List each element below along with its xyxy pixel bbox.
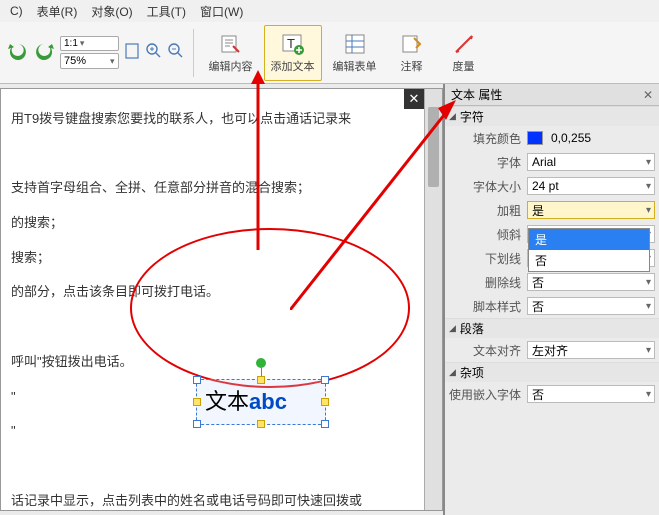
properties-panel: 文本 属性 ✕ ◢字符 填充颜色0,0,255 字体Arial 字体大小24 p… — [443, 84, 659, 515]
resize-handle[interactable] — [193, 420, 201, 428]
zoom-out-icon[interactable] — [167, 42, 185, 63]
resize-handle[interactable] — [193, 376, 201, 384]
menu-item[interactable]: 窗口(W) — [194, 1, 249, 22]
resize-handle[interactable] — [321, 376, 329, 384]
annotate-icon — [400, 32, 424, 56]
menu-item[interactable]: C) — [4, 2, 29, 20]
measure-button[interactable]: 度量 — [440, 25, 488, 81]
fit-page-icon[interactable] — [123, 42, 141, 63]
resize-handle[interactable] — [257, 420, 265, 428]
script-dropdown[interactable]: 否 — [527, 297, 655, 315]
section-char[interactable]: ◢字符 — [445, 106, 659, 126]
embed-dropdown[interactable]: 否 — [527, 385, 655, 403]
menu-item[interactable]: 表单(R) — [31, 1, 84, 22]
menu-item[interactable]: 工具(T) — [141, 1, 192, 22]
panel-close-icon[interactable]: ✕ — [643, 88, 653, 102]
edit-form-icon — [343, 32, 367, 56]
panel-title: 文本 属性 — [451, 86, 502, 103]
text-selection-box[interactable]: 文本abc — [196, 379, 326, 425]
document-content: 用T9拨号键盘搜索您要找的联系人，也可以点击通话记录来 支持首字母组合、全拼、任… — [1, 89, 442, 511]
bold-dropdown[interactable]: 是 — [527, 201, 655, 219]
font-dropdown[interactable]: Arial — [527, 153, 655, 171]
textbox-bold-text: abc — [249, 389, 287, 414]
section-para[interactable]: ◢段落 — [445, 318, 659, 338]
edit-form-button[interactable]: 编辑表单 — [326, 25, 384, 81]
edit-content-button[interactable]: 编辑内容 — [202, 25, 260, 81]
fontsize-dropdown[interactable]: 24 pt — [527, 177, 655, 195]
dropdown-list[interactable]: 是 否 — [528, 228, 650, 272]
menu-bar: C) 表单(R) 对象(O) 工具(T) 窗口(W) — [0, 0, 659, 22]
add-text-icon: T — [281, 32, 305, 56]
annotate-button[interactable]: 注释 — [388, 25, 436, 81]
color-swatch[interactable] — [527, 131, 543, 145]
menu-item[interactable]: 对象(O) — [85, 1, 138, 22]
section-misc[interactable]: ◢杂项 — [445, 362, 659, 382]
resize-handle[interactable] — [193, 398, 201, 406]
rotate-handle[interactable] — [256, 358, 266, 368]
fill-value: 0,0,255 — [551, 131, 591, 145]
resize-handle[interactable] — [321, 420, 329, 428]
zoom-input[interactable]: ▾ — [60, 53, 119, 69]
resize-handle[interactable] — [257, 376, 265, 384]
redo-icon[interactable] — [32, 39, 56, 66]
close-icon[interactable]: ✕ — [404, 89, 424, 109]
textbox-text: 文本 — [205, 389, 249, 414]
add-text-button[interactable]: T 添加文本 — [264, 25, 322, 81]
scroll-thumb[interactable] — [428, 107, 439, 187]
page-nav[interactable]: 1:1▾ — [60, 36, 119, 51]
document-area[interactable]: ✕ 用T9拨号键盘搜索您要找的联系人，也可以点击通话记录来 支持首字母组合、全拼… — [0, 88, 443, 511]
strike-dropdown[interactable]: 否 — [527, 273, 655, 291]
vertical-scrollbar[interactable] — [424, 89, 442, 510]
align-dropdown[interactable]: 左对齐 — [527, 341, 655, 359]
dropdown-option[interactable]: 否 — [529, 250, 649, 271]
edit-content-icon — [219, 32, 243, 56]
undo-icon[interactable] — [6, 39, 30, 66]
dropdown-option[interactable]: 是 — [529, 229, 649, 250]
zoom-in-icon[interactable] — [145, 42, 163, 63]
toolbar: 1:1▾ ▾ 编辑内容 T 添加文本 编辑表单 注释 度量 — [0, 22, 659, 84]
measure-icon — [452, 32, 476, 56]
resize-handle[interactable] — [321, 398, 329, 406]
svg-text:T: T — [287, 36, 295, 51]
